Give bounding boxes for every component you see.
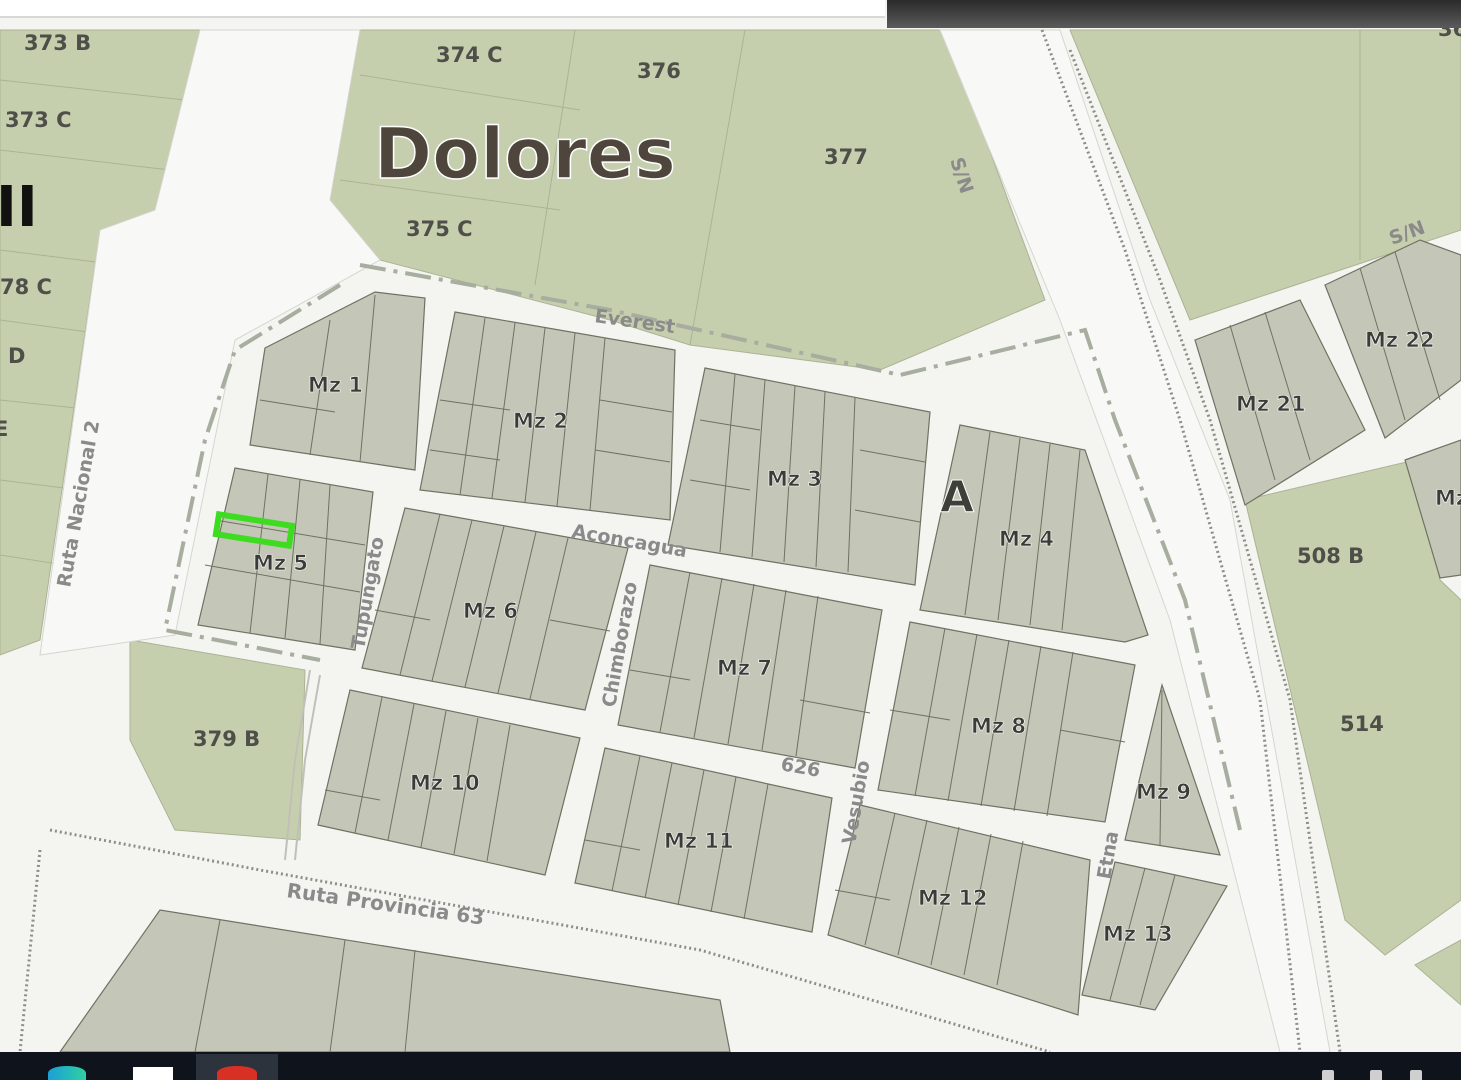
block-label-mz4: Mz 4 <box>999 527 1054 551</box>
block-label-mz1: Mz 1 <box>308 373 363 397</box>
parcel-label-78c: 78 C <box>0 275 52 299</box>
parcel-label-514: 514 <box>1340 712 1384 736</box>
partial-label-left: II <box>0 175 38 240</box>
file-explorer-icon[interactable] <box>133 1067 173 1080</box>
tray-volume-icon[interactable] <box>1370 1070 1382 1080</box>
browser-toolbar-dark <box>887 0 1461 28</box>
parcel-label-374c: 374 C <box>436 43 503 67</box>
parcel-label-375c: 375 C <box>406 217 473 241</box>
chrome-icon[interactable] <box>217 1066 257 1080</box>
parcel-label-e: E <box>0 417 8 441</box>
parcel-label-508b: 508 B <box>1297 544 1364 568</box>
block-label-mz5: Mz 5 <box>253 551 308 575</box>
block-label-mz2: Mz 2 <box>513 409 568 433</box>
block-label-mz13: Mz 13 <box>1103 922 1173 946</box>
block-label-mz10: Mz 10 <box>410 771 480 795</box>
block-label-mz11: Mz 11 <box>664 829 734 853</box>
block-label-mz-partial: Mz <box>1435 486 1461 510</box>
block-label-mz21: Mz 21 <box>1236 392 1306 416</box>
cadastral-map[interactable]: 373 B 373 C 374 C 376 377 375 C 78 C D E… <box>0 0 1461 1080</box>
locality-label-dolores: Dolores <box>374 113 676 195</box>
block-label-mz6: Mz 6 <box>463 599 518 623</box>
tray-network-icon[interactable] <box>1322 1070 1334 1080</box>
block-label-mz12: Mz 12 <box>918 886 988 910</box>
block-label-mz9: Mz 9 <box>1136 780 1191 804</box>
browser-address-bar[interactable] <box>0 0 885 18</box>
block-label-mz7: Mz 7 <box>717 656 772 680</box>
block-label-mz3: Mz 3 <box>767 467 822 491</box>
parcel-label-379b: 379 B <box>193 727 260 751</box>
parcel-label-377: 377 <box>824 145 868 169</box>
edge-icon[interactable] <box>48 1066 86 1080</box>
parcel-label-376: 376 <box>637 59 681 83</box>
tray-battery-icon[interactable] <box>1410 1070 1422 1080</box>
parcel-label-373c: 373 C <box>5 108 72 132</box>
block-label-mz22: Mz 22 <box>1365 328 1435 352</box>
parcel-label-d: D <box>8 344 25 368</box>
parcel-label-373b: 373 B <box>24 31 91 55</box>
zone-letter-a: A <box>940 472 974 523</box>
block-label-mz8: Mz 8 <box>971 714 1026 738</box>
